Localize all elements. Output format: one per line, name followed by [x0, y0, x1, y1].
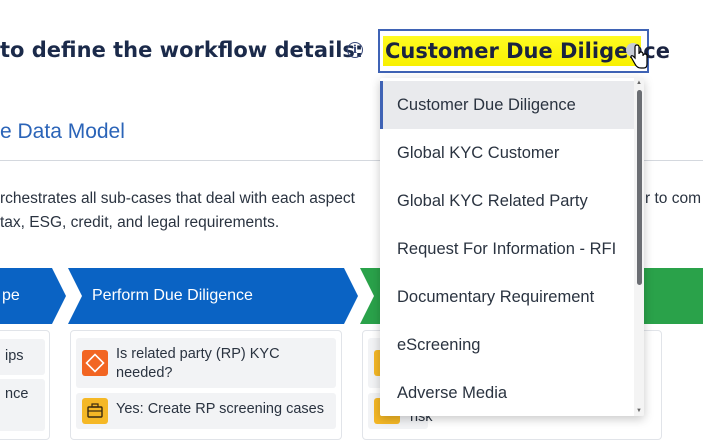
description-text: rchestrates all sub-cases that deal with… [0, 187, 355, 235]
workflow-heading: to define the workflow details: [0, 38, 364, 62]
hand-cursor-icon [630, 44, 648, 69]
select-value: Customer Due Diligence [383, 36, 670, 66]
task-rp-kyc-label: Is related party (RP) KYC needed? [116, 345, 280, 383]
scroll-thumb[interactable] [637, 90, 642, 285]
decision-icon [82, 350, 108, 376]
case-type-select[interactable]: Customer Due Diligence [378, 29, 670, 73]
dropdown-option-customer-due-diligence[interactable]: Customer Due Diligence [380, 81, 634, 129]
section-subheading: e Data Model [0, 120, 125, 143]
scroll-up-icon[interactable]: ▲ [636, 80, 642, 86]
case-type-dropdown[interactable]: Customer Due Diligence Global KYC Custom… [380, 78, 644, 416]
left-task-2[interactable]: nce [0, 379, 45, 431]
left-task-1[interactable]: ips [0, 339, 45, 375]
task-create-rp-screening[interactable]: Yes: Create RP screening cases [76, 393, 336, 429]
description-line-1: rchestrates all sub-cases that deal with… [0, 190, 355, 207]
dropdown-option-adverse-media[interactable]: Adverse Media [380, 369, 634, 416]
dropdown-option-global-kyc-customer[interactable]: Global KYC Customer [380, 129, 634, 177]
left-stage-card: ips nce [0, 330, 50, 440]
due-diligence-card: Is related party (RP) KYC needed? Yes: C… [70, 330, 342, 440]
scroll-down-icon[interactable]: ▼ [636, 408, 642, 414]
dropdown-option-global-kyc-related-party[interactable]: Global KYC Related Party [380, 177, 634, 225]
task-create-rp-label: Yes: Create RP screening cases [116, 401, 324, 417]
info-icon[interactable]: i [347, 42, 363, 58]
dropdown-option-documentary-requirement[interactable]: Documentary Requirement [380, 273, 634, 321]
description-line-2: tax, ESG, credit, and legal requirements… [0, 214, 280, 231]
description-right-fragment: r to com [645, 190, 701, 207]
dropdown-option-rfi[interactable]: Request For Information - RFI [380, 225, 634, 273]
stage-title-2[interactable]: Perform Due Diligence [92, 287, 253, 305]
stage-title-1[interactable]: pe [2, 287, 20, 305]
left-task-1-label: ips [5, 348, 24, 364]
dropdown-option-escreening[interactable]: eScreening [380, 321, 634, 369]
task-rp-kyc-line-1: Is related party (RP) KYC [116, 346, 280, 362]
task-rp-kyc-needed[interactable]: Is related party (RP) KYC needed? [76, 338, 336, 388]
left-task-2-label: nce [5, 386, 29, 402]
dropdown-scrollbar[interactable]: ▲ ▼ [634, 78, 644, 416]
task-rp-kyc-line-2: needed? [116, 365, 173, 381]
briefcase-icon [82, 398, 108, 424]
